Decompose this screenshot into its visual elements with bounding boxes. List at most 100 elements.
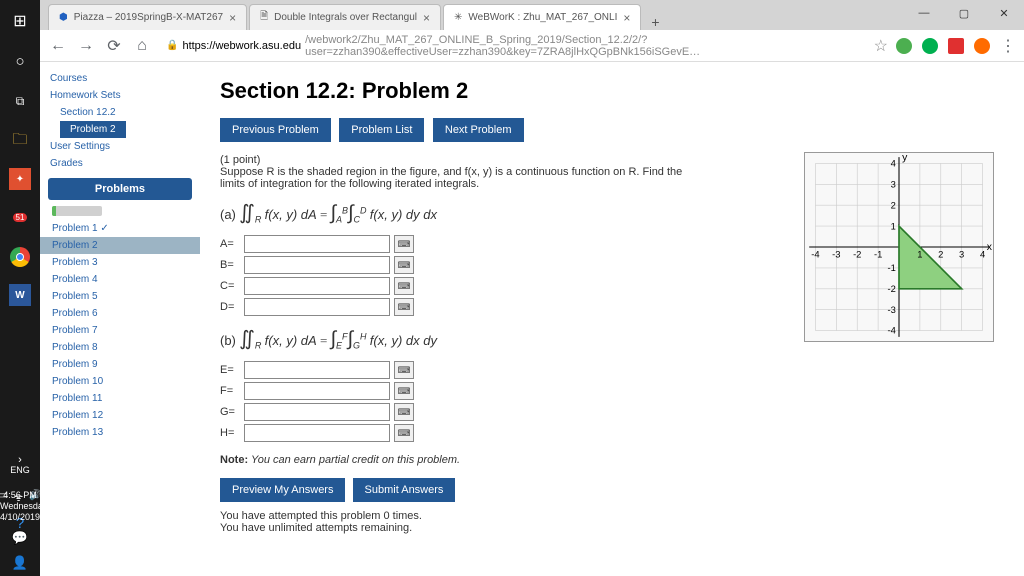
keyboard-icon[interactable]: ⌨ xyxy=(394,403,414,421)
keyboard-icon[interactable]: ⌨ xyxy=(394,361,414,379)
sidebar-problem[interactable]: Problem 2 xyxy=(40,237,200,254)
start-button[interactable]: ⊞ xyxy=(7,8,33,34)
keyboard-icon[interactable]: ⌨ xyxy=(394,424,414,442)
ext-icon[interactable] xyxy=(922,38,938,54)
close-icon[interactable]: × xyxy=(229,11,236,25)
ext-icon[interactable] xyxy=(896,38,912,54)
input-e[interactable] xyxy=(244,361,390,379)
sidebar-problem[interactable]: Problem 13 xyxy=(40,424,200,441)
input-a[interactable] xyxy=(244,235,390,253)
tab-piazza[interactable]: ⬢Piazza – 2019SpringB-X-MAT267× xyxy=(48,4,247,30)
svg-text:4: 4 xyxy=(980,248,985,259)
attempts-info: You have attempted this problem 0 times.… xyxy=(220,510,1004,534)
sidebar-grades[interactable]: Grades xyxy=(40,155,200,172)
sidebar-problem[interactable]: Problem 6 xyxy=(40,305,200,322)
svg-text:1: 1 xyxy=(917,248,922,259)
input-f[interactable] xyxy=(244,382,390,400)
problem-list-button[interactable]: Problem List xyxy=(339,118,424,142)
input-d[interactable] xyxy=(244,298,390,316)
sidebar-problem[interactable]: Problem 8 xyxy=(40,339,200,356)
note: Note: You can earn partial credit on thi… xyxy=(220,454,1004,466)
sidebar-section[interactable]: Section 12.2 xyxy=(40,104,200,121)
people-icon[interactable]: 👤 xyxy=(7,550,33,576)
keyboard-icon[interactable]: ⌨ xyxy=(394,256,414,274)
badge-icon[interactable]: 51 xyxy=(7,204,33,230)
svg-text:-4: -4 xyxy=(811,248,819,259)
sidebar-courses[interactable]: Courses xyxy=(40,70,200,87)
svg-text:3: 3 xyxy=(891,178,896,189)
taskview-icon[interactable]: ⧉ xyxy=(7,88,33,114)
svg-text:x: x xyxy=(987,242,993,253)
svg-text:y: y xyxy=(902,153,908,163)
cortana-icon[interactable]: ○ xyxy=(7,48,33,74)
close-icon[interactable]: × xyxy=(423,11,430,25)
sidebar-problem[interactable]: Problem 4 xyxy=(40,271,200,288)
progress-bar xyxy=(52,206,102,216)
ext-icon[interactable] xyxy=(948,38,964,54)
svg-text:-3: -3 xyxy=(832,248,840,259)
sidebar-problem[interactable]: Problem 11 xyxy=(40,390,200,407)
close-icon[interactable]: × xyxy=(623,11,630,25)
sidebar-problem[interactable]: Problem 9 xyxy=(40,356,200,373)
preview-answers-button[interactable]: Preview My Answers xyxy=(220,478,345,502)
sidebar-problem[interactable]: Problem 12 xyxy=(40,407,200,424)
reload-button[interactable]: ⟳ xyxy=(104,36,124,56)
chrome-icon[interactable] xyxy=(7,244,33,270)
page-title: Section 12.2: Problem 2 xyxy=(220,78,1004,104)
forward-button[interactable]: → xyxy=(76,37,96,55)
input-g[interactable] xyxy=(244,403,390,421)
region-figure: -4-3-2-11234 4321-1-2-3-4 xy xyxy=(804,152,994,342)
sidebar-problem[interactable]: Problem 3 xyxy=(40,254,200,271)
new-tab-button[interactable]: + xyxy=(643,14,667,30)
keyboard-icon[interactable]: ⌨ xyxy=(394,235,414,253)
svg-text:-2: -2 xyxy=(888,283,896,294)
sidebar-user-settings[interactable]: User Settings xyxy=(40,138,200,155)
svg-text:-1: -1 xyxy=(888,262,896,273)
lock-icon: 🔒 xyxy=(166,40,178,51)
maximize-button[interactable]: ▢ xyxy=(944,0,984,26)
keyboard-icon[interactable]: ⌨ xyxy=(394,382,414,400)
keyboard-icon[interactable]: ⌨ xyxy=(394,277,414,295)
app-icon[interactable]: ✦ xyxy=(9,168,31,190)
tab-double-integrals[interactable]: 🗎Double Integrals over Rectangul× xyxy=(249,4,441,30)
svg-text:4: 4 xyxy=(891,158,896,169)
svg-text:-4: -4 xyxy=(888,325,896,336)
home-button[interactable]: ⌂ xyxy=(132,37,152,55)
ext-icon[interactable] xyxy=(974,38,990,54)
star-icon[interactable]: ☆ xyxy=(874,36,888,56)
tab-webwork[interactable]: ✳WeBWorK : Zhu_MAT_267_ONLI× xyxy=(443,4,641,30)
svg-text:-3: -3 xyxy=(888,304,896,315)
input-b[interactable] xyxy=(244,256,390,274)
tab-bar: ⬢Piazza – 2019SpringB-X-MAT267× 🗎Double … xyxy=(40,0,1024,30)
keyboard-icon[interactable]: ⌨ xyxy=(394,298,414,316)
prev-problem-button[interactable]: Previous Problem xyxy=(220,118,331,142)
next-problem-button[interactable]: Next Problem xyxy=(433,118,524,142)
problem-prompt: Suppose R is the shaded region in the fi… xyxy=(220,166,710,190)
submit-answers-button[interactable]: Submit Answers xyxy=(353,478,456,502)
lang-label: ENG xyxy=(0,465,40,476)
sidebar-problem[interactable]: Problem 5 xyxy=(40,288,200,305)
clock[interactable]: ENG 4:56 PM Wednesday 4/10/2019 💬 xyxy=(0,465,40,546)
sidebar-homework[interactable]: Homework Sets xyxy=(40,87,200,104)
main-content: Section 12.2: Problem 2 Previous Problem… xyxy=(200,62,1024,576)
sidebar-problem[interactable]: Problem 10 xyxy=(40,373,200,390)
input-c[interactable] xyxy=(244,277,390,295)
explorer-icon[interactable]: 🗀 xyxy=(7,128,33,154)
sidebar-problem[interactable]: Problem 7 xyxy=(40,322,200,339)
svg-text:2: 2 xyxy=(938,248,943,259)
tray-expand[interactable]: › xyxy=(0,454,40,466)
back-button[interactable]: ← xyxy=(48,37,68,55)
word-icon[interactable]: W xyxy=(9,284,31,306)
clock-day: Wednesday xyxy=(0,501,40,512)
minimize-button[interactable]: — xyxy=(904,0,944,26)
problems-header: Problems xyxy=(48,178,192,200)
svg-text:3: 3 xyxy=(959,248,964,259)
close-window-button[interactable]: ✕ xyxy=(984,0,1024,26)
sidebar-problem[interactable]: Problem 1 ✓ xyxy=(40,220,200,237)
svg-text:-1: -1 xyxy=(874,248,882,259)
svg-text:2: 2 xyxy=(891,199,896,210)
input-h[interactable] xyxy=(244,424,390,442)
menu-icon[interactable]: ⋮ xyxy=(1000,36,1016,56)
sidebar: Courses Homework Sets Section 12.2 Probl… xyxy=(40,62,200,576)
address-bar[interactable]: 🔒 https://webwork.asu.edu/webwork2/Zhu_M… xyxy=(160,34,866,58)
